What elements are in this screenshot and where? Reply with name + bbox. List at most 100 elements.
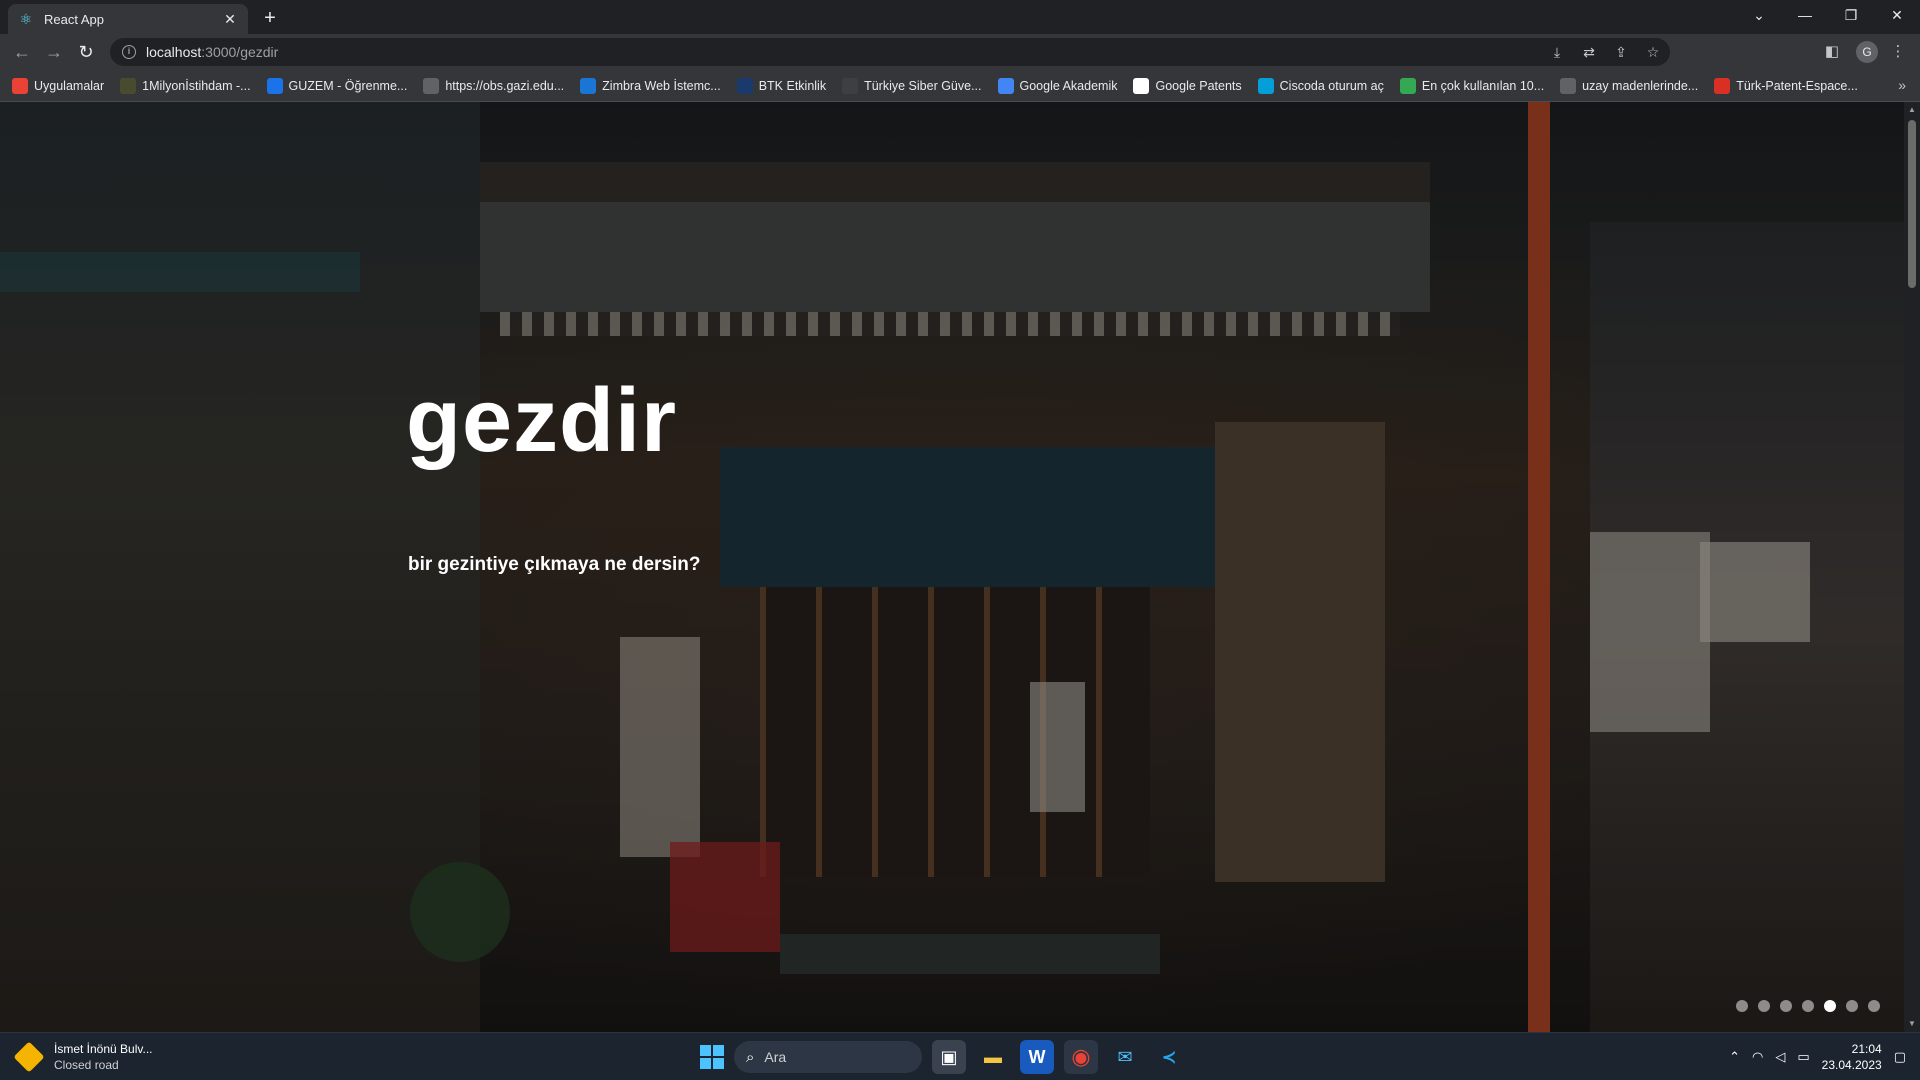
task-view-icon[interactable]: ▣: [932, 1040, 966, 1074]
bookmark-label: BTK Etkinlik: [758, 78, 827, 93]
carousel-dot[interactable]: [1846, 1000, 1858, 1012]
google-icon: [1133, 77, 1150, 94]
menu-icon[interactable]: ⋮: [1884, 38, 1912, 66]
bookmark-item[interactable]: Ciscoda oturum aç: [1257, 77, 1384, 94]
tab-react-app[interactable]: ⚛ React App ✕: [8, 4, 248, 34]
chevron-up-icon[interactable]: ⌃: [1729, 1049, 1740, 1065]
close-icon[interactable]: ✕: [222, 11, 238, 28]
carousel-dot[interactable]: [1802, 1000, 1814, 1012]
page-title: gezdir: [406, 371, 678, 471]
guzem-icon: [266, 77, 283, 94]
system-tray: ⌃ ◠ ◁ ▭ 21:04 23.04.2023 ▢: [1729, 1041, 1906, 1073]
bookmark-label: Google Akademik: [1019, 78, 1118, 93]
wifi-icon[interactable]: ◠: [1752, 1049, 1763, 1065]
url-text[interactable]: localhost:3000/gezdir: [146, 44, 278, 60]
bookmark-label: Google Patents: [1155, 78, 1242, 93]
taskbar-search[interactable]: ⌕ Ara: [734, 1041, 922, 1073]
date: 23.04.2023: [1821, 1058, 1882, 1072]
traffic-alert-icon: [13, 1041, 45, 1073]
info-icon[interactable]: i: [122, 45, 136, 59]
notification-icon[interactable]: ▢: [1894, 1049, 1906, 1065]
zimbra-icon: [580, 77, 597, 94]
bookmark-item[interactable]: BTK Etkinlik: [736, 77, 827, 94]
bookmark-item[interactable]: https://obs.gazi.edu...: [423, 77, 565, 94]
bookmark-label: GUZEM - Öğrenme...: [288, 78, 408, 93]
bookmark-item[interactable]: uzay madenlerinde...: [1560, 77, 1699, 94]
bookmark-item[interactable]: GUZEM - Öğrenme...: [266, 77, 408, 94]
share-icon[interactable]: ⇪: [1612, 43, 1630, 61]
volume-icon[interactable]: ◁: [1775, 1049, 1785, 1065]
download-icon[interactable]: ⤓: [1548, 43, 1566, 61]
bookmark-item[interactable]: En çok kullanılan 10...: [1399, 77, 1545, 94]
bookmark-item[interactable]: Google Patents: [1133, 77, 1242, 94]
scroll-thumb[interactable]: [1908, 120, 1916, 288]
bookmark-item[interactable]: Uygulamalar: [12, 77, 105, 94]
bookmark-item[interactable]: Zimbra Web İstemc...: [580, 77, 721, 94]
carousel-dot[interactable]: [1758, 1000, 1770, 1012]
bookmark-item[interactable]: Türkiye Siber Güve...: [842, 77, 982, 94]
browser-toolbar: ← → ↻ i localhost:3000/gezdir ⤓ ⇄ ⇪ ☆ ◧ …: [0, 34, 1920, 70]
patent-icon: [1714, 77, 1731, 94]
avatar[interactable]: G: [1856, 41, 1878, 63]
hero-subtitle: bir gezintiye çıkmaya ne dersin?: [408, 554, 701, 575]
chrome-icon[interactable]: ◉: [1064, 1040, 1098, 1074]
globe-icon: [423, 77, 440, 94]
translate-icon[interactable]: ⇄: [1580, 43, 1598, 61]
sidebar-icon[interactable]: ◧: [1818, 38, 1846, 66]
globe-icon: [1560, 77, 1577, 94]
word-icon[interactable]: W: [1020, 1040, 1054, 1074]
scroll-up-icon[interactable]: ▲: [1904, 102, 1920, 118]
carousel-indicators: [1736, 1000, 1880, 1012]
star-icon[interactable]: ☆: [1644, 43, 1662, 61]
react-icon: ⚛: [19, 11, 33, 27]
mail-icon[interactable]: ✉: [1108, 1040, 1142, 1074]
forward-icon[interactable]: →: [40, 38, 68, 66]
more-bookmarks-icon[interactable]: »: [1898, 77, 1906, 93]
tab-title: React App: [44, 11, 104, 27]
dark-overlay: [0, 102, 1904, 1032]
vscode-icon[interactable]: ≺: [1152, 1040, 1186, 1074]
start-icon[interactable]: [700, 1045, 724, 1069]
scholar-icon: [997, 77, 1014, 94]
carousel-dot[interactable]: [1780, 1000, 1792, 1012]
clock[interactable]: 21:04 23.04.2023: [1822, 1041, 1882, 1073]
sheet-icon: [1399, 77, 1416, 94]
hero-section: gezdir bir gezintiye çıkmaya ne dersin?: [0, 102, 1904, 1032]
tab-strip: ⚛ React App ✕ + ⌄ — ❐ ✕: [0, 0, 1920, 34]
bookmark-item[interactable]: 1Milyonİstihdam -...: [120, 77, 251, 94]
bookmark-item[interactable]: Google Akademik: [997, 77, 1118, 94]
bookmark-label: uzay madenlerinde...: [1582, 78, 1699, 93]
battery-icon[interactable]: ▭: [1797, 1049, 1809, 1065]
bookmark-label: En çok kullanılan 10...: [1421, 78, 1545, 93]
carousel-dot[interactable]: [1736, 1000, 1748, 1012]
page-scrollbar[interactable]: ▲ ▼: [1904, 102, 1920, 1032]
restore-button[interactable]: ❐: [1828, 0, 1874, 30]
bookmark-icon: [120, 77, 137, 94]
minimize-button[interactable]: —: [1782, 0, 1828, 30]
bookmark-label: Türkiye Siber Güve...: [864, 78, 982, 93]
search-icon: ⌕: [746, 1048, 755, 1066]
apps-grid-icon: [12, 77, 28, 94]
bookmark-label: Türk-Patent-Espace...: [1736, 78, 1858, 93]
bookmark-label: 1Milyonİstihdam -...: [142, 78, 251, 93]
shield-icon: [842, 77, 859, 94]
taskbar: İsmet İnönü Bulv... Closed road ⌕ Ara ▣ …: [0, 1032, 1920, 1080]
widget-title: İsmet İnönü Bulv...: [54, 1042, 153, 1056]
file-explorer-icon[interactable]: ▬: [976, 1040, 1010, 1074]
carousel-dot[interactable]: [1868, 1000, 1880, 1012]
time: 21:04: [1851, 1042, 1882, 1056]
bookmark-item[interactable]: Türk-Patent-Espace...: [1714, 77, 1858, 94]
close-window-button[interactable]: ✕: [1874, 0, 1920, 30]
btk-icon: [736, 77, 753, 94]
back-icon[interactable]: ←: [8, 38, 36, 66]
carousel-dot[interactable]: [1824, 1000, 1836, 1012]
address-bar[interactable]: i localhost:3000/gezdir ⤓ ⇄ ⇪ ☆: [110, 38, 1670, 66]
bookmark-label: https://obs.gazi.edu...: [445, 78, 565, 93]
bookmark-label: Uygulamalar: [34, 78, 105, 93]
new-tab-button[interactable]: +: [258, 6, 282, 30]
tab-search-button[interactable]: ⌄: [1736, 0, 1782, 30]
scroll-down-icon[interactable]: ▼: [1904, 1016, 1920, 1032]
reload-icon[interactable]: ↻: [72, 38, 100, 66]
weather-widget[interactable]: İsmet İnönü Bulv... Closed road: [13, 1041, 153, 1073]
bookmark-label: Zimbra Web İstemc...: [602, 78, 721, 93]
